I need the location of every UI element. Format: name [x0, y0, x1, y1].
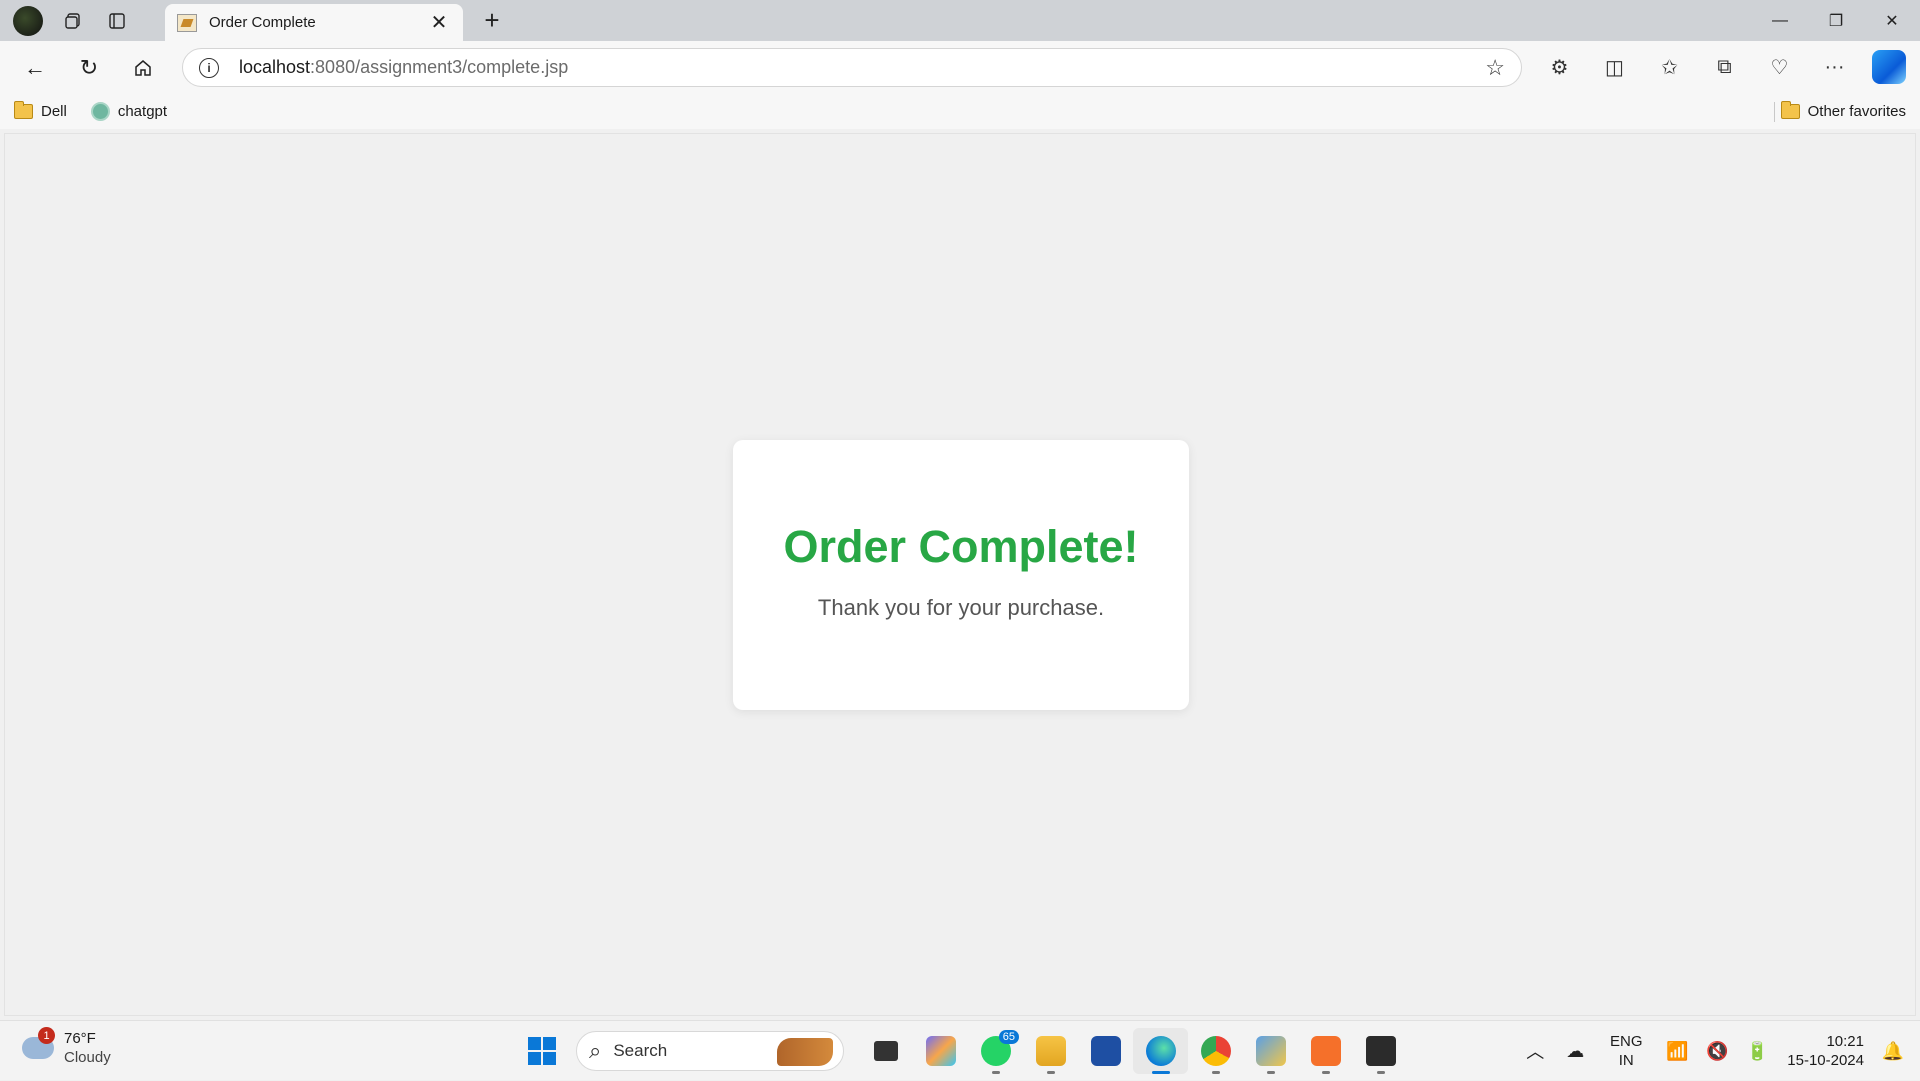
lang-primary: ENG [1610, 1033, 1643, 1050]
weather-badge: 1 [38, 1027, 55, 1044]
whatsapp-app[interactable]: 65 [968, 1028, 1023, 1074]
start-button[interactable] [520, 1029, 564, 1073]
url-host: localhost [239, 57, 311, 77]
notification-bell-icon[interactable]: 🔔 [1876, 1041, 1910, 1062]
edge-app[interactable] [1133, 1028, 1188, 1074]
chatgpt-icon [90, 102, 110, 121]
home-icon[interactable] [120, 48, 166, 88]
bookmark-chatgpt[interactable]: chatgpt [90, 102, 168, 121]
workspaces-icon[interactable] [53, 1, 93, 41]
xampp-icon [1310, 1036, 1341, 1066]
bookmarks-bar: Dell chatgpt Other favorites [0, 94, 1920, 129]
file-explorer-app[interactable] [1023, 1028, 1078, 1074]
tab-bar: Order Complete ✕ + — ❐ ✕ [0, 0, 1920, 41]
task-view-icon [873, 1041, 898, 1061]
address-bar[interactable]: i localhost:8080/assignment3/complete.js… [182, 48, 1522, 87]
other-favorites[interactable]: Other favorites [1780, 101, 1906, 120]
chrome-icon [1200, 1036, 1231, 1066]
taskbar-search[interactable]: ⌕ Search [576, 1031, 844, 1071]
thank-you-message: Thank you for your purchase. [817, 595, 1105, 620]
url-path: :8080/assignment3/complete.jsp [310, 57, 569, 77]
vertical-tabs-icon[interactable] [97, 1, 137, 41]
clock-time: 10:21 [1826, 1033, 1864, 1050]
cube-icon [1255, 1036, 1286, 1066]
whatsapp-badge: 65 [998, 1030, 1019, 1044]
page-title: Order Complete! [783, 521, 1139, 572]
taskbar: 1 76°F Cloudy ⌕ Search 65 ︿ ☁ ENG IN 📶 🔇… [0, 1020, 1920, 1080]
battery-icon[interactable]: 🔋 [1737, 1041, 1777, 1062]
favorite-star-icon[interactable]: ☆ [1485, 55, 1505, 81]
chrome-app[interactable] [1188, 1028, 1243, 1074]
browser-tab-active[interactable]: Order Complete ✕ [165, 4, 463, 41]
refresh-icon[interactable]: ↻ [66, 48, 112, 88]
restore-icon[interactable]: ❐ [1808, 0, 1864, 41]
copilot-app[interactable] [913, 1028, 968, 1074]
clock[interactable]: 10:21 15-10-2024 [1787, 1032, 1864, 1070]
store-icon [1090, 1036, 1121, 1066]
page-viewport: Order Complete! Thank you for your purch… [4, 133, 1916, 1016]
folder-icon [1035, 1036, 1066, 1066]
browser-essentials-icon[interactable]: ♡ [1752, 47, 1807, 87]
folder-icon [1780, 101, 1800, 119]
search-highlight-image [777, 1038, 833, 1066]
order-complete-card: Order Complete! Thank you for your purch… [733, 440, 1189, 710]
volume-muted-icon[interactable]: 🔇 [1697, 1041, 1737, 1062]
extensions-icon[interactable]: ⚙ [1532, 47, 1587, 87]
collections-icon[interactable]: ⧉ [1697, 47, 1752, 87]
virtualbox-app[interactable] [1243, 1028, 1298, 1074]
onedrive-cloud-icon[interactable]: ☁ [1555, 1041, 1595, 1062]
store-app[interactable] [1078, 1028, 1133, 1074]
bookmark-label: chatgpt [117, 103, 168, 120]
weather-widget[interactable]: 1 76°F Cloudy [22, 1027, 111, 1067]
weather-temp: 76°F [64, 1030, 96, 1047]
copilot-icon [925, 1036, 956, 1066]
terminal-app[interactable] [1353, 1028, 1408, 1074]
close-window-icon[interactable]: ✕ [1864, 0, 1920, 41]
tab-close-icon[interactable]: ✕ [427, 10, 451, 35]
more-menu-icon[interactable]: ··· [1807, 47, 1862, 87]
minimize-icon[interactable]: — [1752, 0, 1808, 41]
other-favorites-label: Other favorites [1807, 103, 1906, 120]
search-label: Search [613, 1041, 668, 1060]
lang-region: IN [1618, 1052, 1634, 1069]
chevron-up-icon[interactable]: ︿ [1515, 1038, 1555, 1064]
edge-icon [1145, 1036, 1176, 1066]
task-view-app[interactable] [858, 1028, 913, 1074]
terminal-icon [1365, 1036, 1396, 1066]
tab-favicon-icon [177, 13, 197, 32]
wifi-icon[interactable]: 📶 [1657, 1041, 1697, 1062]
xampp-app[interactable] [1298, 1028, 1353, 1074]
clock-date: 15-10-2024 [1787, 1052, 1864, 1069]
windows-logo-icon [528, 1037, 556, 1065]
favorites-icon[interactable]: ✩ [1642, 47, 1697, 87]
weather-condition: Cloudy [64, 1049, 111, 1066]
language-indicator[interactable]: ENG IN [1601, 1032, 1651, 1070]
search-icon: ⌕ [589, 1038, 602, 1063]
split-screen-icon[interactable]: ◫ [1587, 47, 1642, 87]
bookmark-dell[interactable]: Dell [14, 101, 67, 120]
profile-avatar[interactable] [13, 5, 43, 36]
tab-title: Order Complete [209, 14, 316, 31]
info-icon[interactable]: i [199, 57, 219, 78]
bookmark-label: Dell [41, 103, 67, 120]
new-tab-icon[interactable]: + [477, 5, 507, 35]
back-arrow-icon[interactable]: ← [12, 48, 58, 88]
copilot-icon[interactable] [1872, 50, 1906, 84]
cloud-icon: 1 [22, 1027, 55, 1059]
folder-icon [14, 101, 33, 119]
